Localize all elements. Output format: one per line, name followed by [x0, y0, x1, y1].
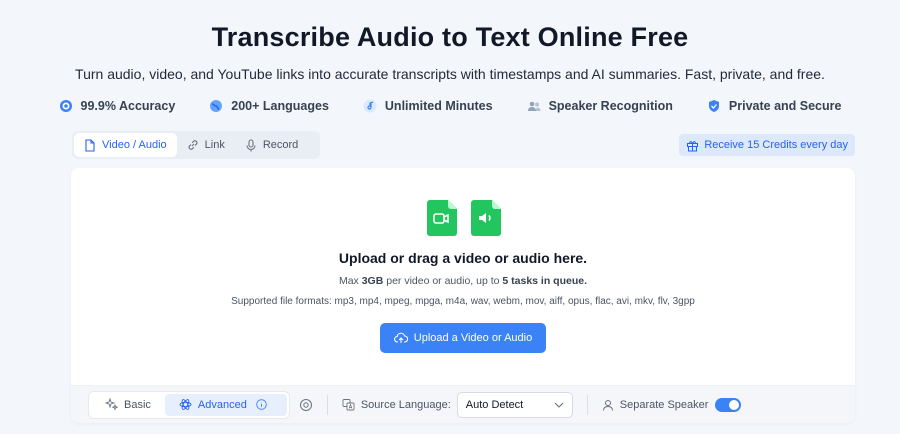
user-icon — [602, 399, 613, 411]
audio-file-icon — [471, 200, 501, 236]
feature-accuracy: 99.9% Accuracy — [59, 99, 176, 113]
feature-label: Unlimited Minutes — [384, 99, 493, 113]
file-type-icons — [427, 200, 501, 236]
feature-secure: Private and Secure — [707, 99, 842, 113]
feature-label: Speaker Recognition — [548, 99, 673, 113]
limits-text: per video or audio, up to — [383, 275, 503, 287]
source-language-label: Source Language: — [342, 398, 451, 411]
gift-icon — [687, 140, 699, 151]
settings-button[interactable] — [299, 398, 313, 412]
translate-icon — [342, 399, 355, 411]
feature-minutes: Unlimited Minutes — [363, 99, 493, 113]
upload-limits: Max 3GB per video or audio, up to 5 task… — [71, 275, 855, 287]
mode-toggle: Basic Advanced — [88, 390, 290, 419]
users-icon — [527, 99, 541, 113]
tab-link[interactable]: Link — [177, 133, 235, 157]
separate-speaker-label: Separate Speaker — [619, 398, 709, 411]
supported-formats: Supported file formats: mp3, mp4, mpeg, … — [231, 296, 695, 307]
shield-icon — [707, 99, 721, 113]
mode-label: Advanced — [197, 398, 247, 411]
credits-label: Receive 15 Credits every day — [704, 139, 848, 151]
separate-speaker-option: Separate Speaker — [602, 398, 709, 411]
sparkle-icon — [105, 398, 118, 411]
upload-card[interactable]: Upload or drag a video or audio here. Ma… — [71, 168, 855, 423]
file-icon — [85, 138, 95, 152]
globe-icon — [209, 99, 223, 113]
tab-label: Record — [262, 139, 299, 151]
link-icon — [188, 140, 198, 150]
upload-button[interactable]: Upload a Video or Audio — [380, 323, 546, 353]
target-icon — [59, 99, 73, 113]
page-subtitle: Turn audio, video, and YouTube links int… — [75, 66, 825, 82]
mode-basic[interactable]: Basic — [91, 394, 165, 416]
feature-label: Private and Secure — [728, 99, 842, 113]
source-language-select[interactable]: Auto Detect — [456, 391, 573, 418]
gear-icon — [299, 398, 312, 411]
tab-video-audio[interactable]: Video / Audio — [74, 133, 177, 157]
selected-language: Auto Detect — [465, 398, 524, 411]
info-icon[interactable] — [256, 399, 267, 410]
tab-record[interactable]: Record — [235, 133, 308, 157]
upload-title: Upload or drag a video or audio here. — [338, 250, 588, 266]
separate-speaker-toggle[interactable] — [715, 397, 742, 412]
atom-icon — [179, 399, 192, 410]
input-source-tabs: Video / Audio Link Record — [72, 131, 320, 159]
divider — [326, 394, 328, 415]
feature-speakers: Speaker Recognition — [527, 99, 673, 113]
video-file-icon — [427, 200, 457, 236]
limits-size: 3GB — [361, 275, 384, 287]
mode-advanced[interactable]: Advanced — [164, 393, 287, 416]
feature-label: 200+ Languages — [231, 99, 329, 113]
cloud-upload-icon — [393, 332, 408, 343]
feature-label: 99.9% Accuracy — [80, 99, 176, 113]
limits-text: Max — [338, 275, 362, 287]
tab-label: Link — [204, 139, 225, 151]
limits-tasks: 5 tasks in queue. — [502, 275, 588, 287]
language-label-text: Source Language: — [360, 398, 451, 411]
transcription-options: Basic Advanced Source Language: Auto Det… — [71, 385, 855, 423]
tab-label: Video / Audio — [102, 139, 167, 151]
mode-label: Basic — [124, 398, 151, 411]
page-title: Transcribe Audio to Text Online Free — [211, 22, 689, 52]
divider — [586, 394, 588, 415]
music-note-icon — [363, 99, 377, 113]
daily-credits-badge[interactable]: Receive 15 Credits every day — [679, 134, 855, 156]
microphone-icon — [246, 138, 256, 151]
feature-list: 99.9% Accuracy 200+ Languages Unlimited … — [0, 99, 900, 113]
chevron-down-icon — [554, 402, 564, 408]
upload-button-label: Upload a Video or Audio — [413, 332, 533, 344]
feature-languages: 200+ Languages — [209, 99, 329, 113]
